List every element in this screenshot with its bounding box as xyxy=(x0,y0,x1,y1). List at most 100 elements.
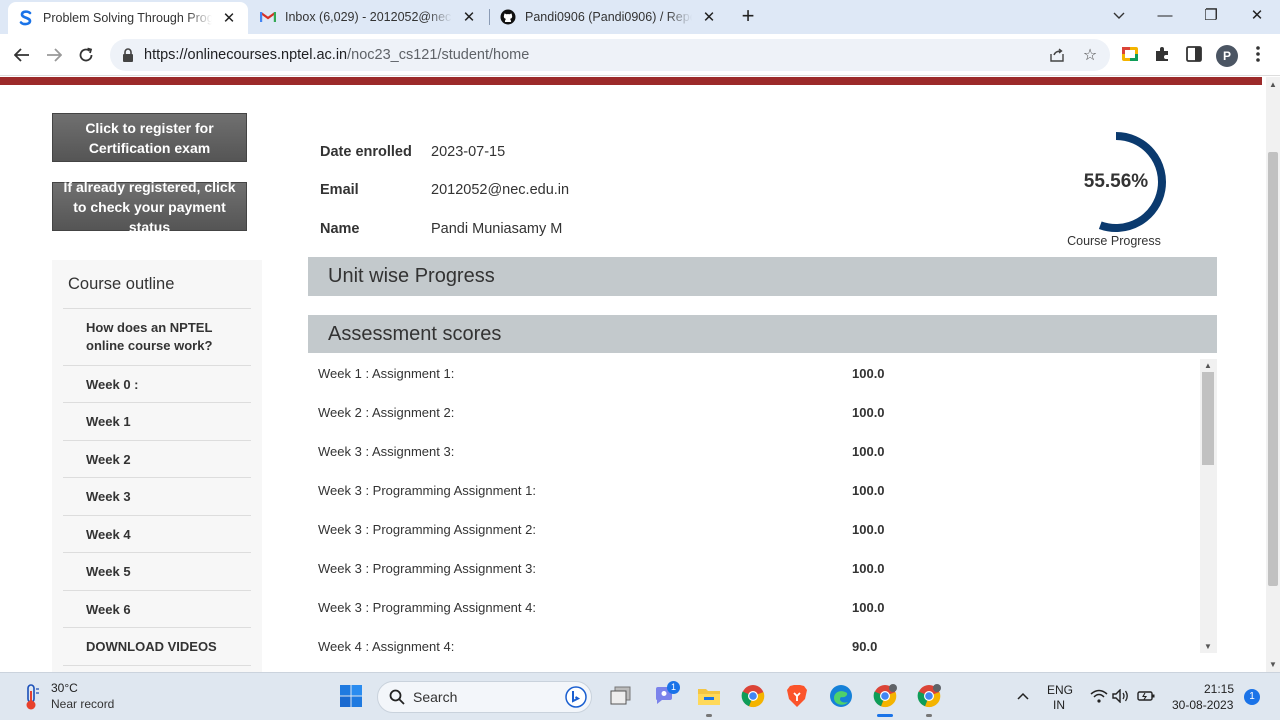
outline-item-download-videos[interactable]: DOWNLOAD VIDEOS xyxy=(63,628,251,666)
brave-icon[interactable] xyxy=(784,683,810,709)
score-row: Week 3 : Programming Assignment 1: 100.0 xyxy=(318,483,1198,503)
outline-item-week-6[interactable]: Week 6 xyxy=(63,591,251,628)
windows-start-icon[interactable] xyxy=(338,683,364,709)
clock-time[interactable]: 21:15 xyxy=(1204,682,1234,696)
edge-icon[interactable] xyxy=(828,683,854,709)
gmail-icon xyxy=(260,9,276,25)
clock-date[interactable]: 30-08-2023 xyxy=(1172,698,1233,712)
scores-scrollbar-thumb[interactable] xyxy=(1202,372,1214,465)
side-panel-icon[interactable] xyxy=(1184,44,1204,64)
notification-badge[interactable]: 1 xyxy=(1244,689,1260,705)
date-enrolled-value: 2023-07-15 xyxy=(431,144,506,160)
language-region[interactable]: IN xyxy=(1053,698,1065,712)
bing-icon xyxy=(565,686,587,708)
register-certification-button[interactable]: Click to register for Certification exam xyxy=(52,113,247,162)
battery-icon[interactable] xyxy=(1133,683,1159,709)
score-name: Week 1 : Assignment 1: xyxy=(318,366,455,381)
outline-item-week-0[interactable]: Week 0 : xyxy=(63,366,251,403)
tab-nptel[interactable]: Problem Solving Through Programming in C… xyxy=(8,2,248,34)
course-outline-title: Course outline xyxy=(68,275,175,293)
close-tab-icon[interactable]: ✕ xyxy=(460,8,478,26)
reload-icon[interactable] xyxy=(73,42,99,68)
outline-item-how-it-works[interactable]: How does an NPTEL online course work? xyxy=(63,309,251,366)
scroll-up-arrow-icon[interactable]: ▲ xyxy=(1204,361,1212,370)
tab-github[interactable]: Pandi0906 (Pandi0906) / Repositories ✕ xyxy=(490,0,728,34)
show-hidden-icons-chevron-icon[interactable] xyxy=(1010,683,1036,709)
score-row: Week 3 : Assignment 3: 100.0 xyxy=(318,444,1198,464)
bookmark-star-icon[interactable]: ☆ xyxy=(1081,46,1099,64)
score-value: 100.0 xyxy=(852,444,885,459)
back-icon[interactable] xyxy=(9,42,35,68)
chrome-profile-2-icon[interactable] xyxy=(916,683,942,717)
extensions-puzzle-icon[interactable] xyxy=(1152,44,1172,64)
tab-search-chevron-icon[interactable] xyxy=(1106,4,1132,28)
lock-icon xyxy=(123,48,133,62)
task-view-icon[interactable] xyxy=(608,683,634,709)
minimize-icon[interactable]: — xyxy=(1152,4,1178,28)
forward-icon[interactable] xyxy=(41,42,67,68)
profile-avatar[interactable]: P xyxy=(1216,45,1238,67)
assessment-scores-list: Week 1 : Assignment 1: 100.0 Week 2 : Ass… xyxy=(308,354,1217,654)
teams-chat-icon[interactable]: 1 xyxy=(652,681,680,709)
browser-tab-bar: Problem Solving Through Programming in C… xyxy=(0,0,1280,34)
course-outline-list: How does an NPTEL online course work? We… xyxy=(63,308,251,666)
page-scrollbar-thumb[interactable] xyxy=(1268,152,1278,586)
score-name: Week 3 : Programming Assignment 1: xyxy=(318,483,536,498)
score-value: 100.0 xyxy=(852,561,885,576)
thermometer-icon[interactable] xyxy=(22,683,40,711)
email-label: Email xyxy=(320,182,359,198)
assessment-scores-header[interactable]: Assessment scores xyxy=(308,315,1217,353)
chrome-icon[interactable] xyxy=(740,683,766,709)
page-scrollbar[interactable]: ▲ ▼ xyxy=(1266,77,1280,672)
score-row: Week 1 : Assignment 1: 100.0 xyxy=(318,366,1198,386)
address-bar[interactable]: https://onlinecourses.nptel.ac.in/noc23_… xyxy=(110,39,1110,71)
url-text: https://onlinecourses.nptel.ac.in/noc23_… xyxy=(144,47,529,63)
page-scroll-down-icon[interactable]: ▼ xyxy=(1269,660,1277,669)
weather-description[interactable]: Near record xyxy=(51,697,114,711)
name-value: Pandi Muniasamy M xyxy=(431,221,563,237)
active-indicator xyxy=(877,714,893,717)
volume-icon[interactable] xyxy=(1108,683,1134,709)
outline-item-week-3[interactable]: Week 3 xyxy=(63,478,251,516)
chrome-profile-icon[interactable] xyxy=(872,683,898,717)
score-value: 100.0 xyxy=(852,600,885,615)
score-name: Week 3 : Assignment 3: xyxy=(318,444,455,459)
close-window-icon[interactable]: ✕ xyxy=(1244,4,1270,28)
outline-item-week-1[interactable]: Week 1 xyxy=(63,403,251,441)
language-indicator[interactable]: ENG xyxy=(1047,683,1073,697)
windows-taskbar: 30°C Near record Search 1 ENG IN 21:15 3… xyxy=(0,672,1280,720)
progress-percent: 55.56% xyxy=(1083,171,1149,192)
more-menu-icon[interactable] xyxy=(1248,44,1268,64)
unit-progress-header[interactable]: Unit wise Progress xyxy=(308,257,1217,296)
github-icon xyxy=(500,9,516,25)
score-value: 100.0 xyxy=(852,405,885,420)
email-value: 2012052@nec.edu.in xyxy=(431,182,570,198)
url-path: /noc23_cs121/student/home xyxy=(347,47,530,63)
tab-title: Pandi0906 (Pandi0906) / Repositories xyxy=(525,10,692,24)
outline-item-week-4[interactable]: Week 4 xyxy=(63,516,251,553)
extension-colorful-icon[interactable] xyxy=(1120,44,1140,64)
score-value: 100.0 xyxy=(852,483,885,498)
search-placeholder: Search xyxy=(413,689,458,705)
taskbar-search[interactable]: Search xyxy=(377,681,592,713)
score-row: Week 3 : Programming Assignment 3: 100.0 xyxy=(318,561,1198,581)
close-tab-icon[interactable]: ✕ xyxy=(220,9,238,27)
scroll-down-arrow-icon[interactable]: ▼ xyxy=(1204,642,1212,651)
page-scroll-up-icon[interactable]: ▲ xyxy=(1269,80,1277,89)
file-explorer-icon[interactable] xyxy=(696,683,722,717)
search-icon xyxy=(389,689,405,705)
close-tab-icon[interactable]: ✕ xyxy=(700,8,718,26)
page-content: Click to register for Certification exam… xyxy=(0,77,1266,672)
restore-icon[interactable]: ❐ xyxy=(1198,4,1224,28)
outline-item-week-5[interactable]: Week 5 xyxy=(63,553,251,591)
share-icon[interactable] xyxy=(1048,46,1066,64)
weather-temperature[interactable]: 30°C xyxy=(51,681,78,695)
score-name: Week 3 : Programming Assignment 3: xyxy=(318,561,536,576)
outline-item-week-2[interactable]: Week 2 xyxy=(63,441,251,478)
payment-status-button[interactable]: If already registered, click to check yo… xyxy=(52,179,247,235)
tab-gmail[interactable]: Inbox (6,029) - 2012052@nec.edu.in ✕ xyxy=(250,0,488,34)
new-tab-button[interactable]: + xyxy=(737,5,759,28)
scores-scrollbar[interactable]: ▲ ▼ xyxy=(1200,359,1217,653)
course-outline: Course outline How does an NPTEL online … xyxy=(52,260,262,672)
teams-badge: 1 xyxy=(667,681,680,694)
